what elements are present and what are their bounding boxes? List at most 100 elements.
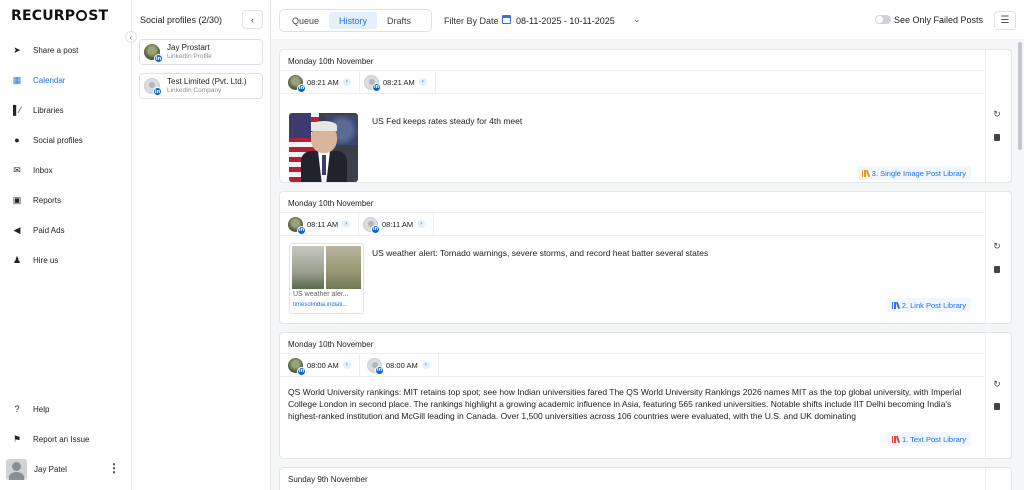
link-preview-card[interactable]: US weather aler... timesofindia.indiati.… [289, 243, 364, 314]
post-card: Monday 10th November in 08:00 AM › in 08… [279, 332, 1012, 459]
tab-queue[interactable]: Queue [282, 12, 329, 29]
tab-history[interactable]: History [329, 12, 378, 29]
social-profiles-panel: Social profiles (2/30) ‹ in Jay Prostart… [132, 0, 271, 490]
post-date: Monday 10th November [288, 199, 374, 208]
linkedin-icon: in [297, 366, 306, 376]
nav-label: Reports [33, 195, 62, 205]
nav-inbox[interactable]: ✉ Inbox [6, 160, 126, 180]
copy-icon[interactable] [992, 401, 1000, 410]
nav-label: Report an Issue [33, 434, 90, 444]
post-profile-chip[interactable]: in 08:11 AM › [280, 213, 360, 235]
inbox-icon: ✉ [13, 164, 21, 175]
copy-icon[interactable] [992, 264, 1000, 273]
recurpost-logo[interactable]: RECURP ST [11, 8, 108, 24]
nav-reports[interactable]: ▣ Reports [6, 190, 126, 210]
user-avatar [6, 458, 27, 480]
chevron-right-icon[interactable]: › [417, 220, 426, 228]
post-history-feed[interactable]: Monday 10th November in 08:21 AM › in 08… [271, 40, 1024, 490]
collapse-profiles-button[interactable]: ‹ [242, 10, 263, 29]
nav-label: Inbox [33, 165, 53, 175]
post-date: Sunday 9th November [288, 475, 368, 484]
profile-name: Test Limited (Pvt. Ltd.) [167, 77, 247, 86]
profile-type: LinkedIn Profile [167, 53, 212, 60]
repost-icon[interactable]: ↻ [991, 240, 1003, 252]
library-tag[interactable]: 3. Single Image Post Library [856, 166, 971, 180]
post-time: 08:21 AM [383, 77, 415, 87]
nav-label: Share a post [33, 45, 79, 55]
chevron-right-icon[interactable]: › [421, 361, 430, 369]
megaphone-icon: ◀ [13, 224, 21, 235]
post-profile-chip[interactable]: in 08:00 AM › [280, 354, 360, 376]
nav-label: Help [33, 404, 50, 414]
user-name: Jay Patel [34, 464, 67, 474]
tab-drafts[interactable]: Drafts [377, 12, 421, 29]
chevron-right-icon[interactable]: › [418, 78, 427, 86]
nav-label: Libraries [33, 105, 64, 115]
profile-name: Jay Prostart [167, 43, 210, 52]
post-card: Sunday 9th November [279, 467, 1012, 490]
nav-help[interactable]: ? Help [6, 399, 126, 419]
top-toolbar: Queue History Drafts Filter By Date 08-1… [271, 0, 1024, 40]
nav-social-profiles[interactable]: ● Social profiles [6, 130, 126, 150]
library-icon [861, 169, 870, 177]
date-range-picker[interactable]: 08-11-2025 - 10-11-2025 [516, 16, 615, 26]
nav-report-an-issue[interactable]: ⚑ Report an Issue [6, 429, 126, 449]
post-time: 08:00 AM [386, 360, 418, 370]
profile-avatar: in [288, 74, 306, 93]
library-name: 3. Single Image Post Library [871, 168, 966, 178]
copy-icon[interactable] [992, 132, 1000, 141]
nav-libraries[interactable]: ▌⁄ Libraries [6, 100, 126, 120]
filter-settings-button[interactable]: ☰ [994, 11, 1016, 30]
library-name: 1. Text Post Library [901, 434, 966, 444]
nav-label: Paid Ads [33, 225, 65, 235]
nav-hire-us[interactable]: ♟ Hire us [6, 250, 126, 270]
failed-posts-toggle[interactable] [875, 15, 891, 24]
chevron-right-icon[interactable]: › [342, 78, 351, 86]
linkedin-icon: in [371, 224, 380, 234]
profile-avatar: in [367, 357, 384, 375]
profile-card-test-limited[interactable]: in Test Limited (Pvt. Ltd.) LinkedIn Com… [139, 73, 263, 99]
more-vertical-icon[interactable]: ⋮ [108, 461, 120, 475]
chevron-right-icon[interactable]: › [342, 220, 351, 228]
linkedin-icon: in [153, 87, 162, 96]
post-profile-chip[interactable]: in 08:11 AM › [355, 213, 435, 235]
linkedin-icon: in [375, 365, 384, 375]
post-date: Monday 10th November [288, 340, 374, 349]
calendar-icon [502, 15, 511, 24]
failed-posts-label: See Only Failed Posts [894, 15, 984, 25]
library-icon [891, 435, 900, 443]
filter-by-date-label: Filter By Date [444, 16, 499, 26]
post-profile-chip[interactable]: in 08:21 AM › [356, 71, 436, 93]
collapse-sidebar-button[interactable]: ‹ [125, 31, 137, 43]
send-icon: ➤ [13, 44, 21, 55]
profile-avatar: in [364, 74, 381, 92]
repost-icon[interactable]: ↻ [991, 378, 1003, 390]
post-time: 08:00 AM [307, 360, 339, 370]
nav-calendar[interactable]: ▦ Calendar [6, 70, 126, 90]
profiles-title: Social profiles (2/30) [140, 15, 223, 25]
linkedin-icon: in [154, 54, 163, 63]
link-preview-url: timesofindia.indiati... [293, 302, 348, 308]
nav-paid-ads[interactable]: ◀ Paid Ads [6, 220, 126, 240]
library-tag[interactable]: 2. Link Post Library [886, 298, 971, 312]
user-menu[interactable]: Jay Patel ⋮ [6, 458, 126, 480]
post-time: 08:21 AM [307, 77, 339, 87]
nav-share-a-post[interactable]: ➤ Share a post [6, 40, 126, 60]
user-circle-icon: ● [14, 135, 20, 145]
chevron-down-icon[interactable]: ⌄ [633, 14, 641, 25]
link-preview-title: US weather aler... [293, 291, 349, 298]
chevron-right-icon[interactable]: › [342, 361, 351, 369]
profile-card-jay-prostart[interactable]: in Jay Prostart LinkedIn Profile [139, 39, 263, 65]
post-profile-chip[interactable]: in 08:21 AM › [280, 71, 360, 93]
library-icon [891, 301, 900, 309]
library-tag[interactable]: 1. Text Post Library [886, 432, 971, 446]
left-sidebar: RECURP ST ➤ Share a post ▦ Calendar ▌⁄ Li… [0, 0, 132, 490]
post-image[interactable] [289, 113, 358, 182]
post-profile-chip[interactable]: in 08:00 AM › [359, 354, 439, 376]
linkedin-icon: in [297, 225, 306, 235]
post-text: US weather alert: Tornado warnings, seve… [372, 248, 709, 258]
feed-scrollbar[interactable] [1018, 42, 1022, 150]
profile-avatar: in [363, 216, 380, 234]
view-tabs: Queue History Drafts [279, 9, 432, 32]
repost-icon[interactable]: ↻ [991, 108, 1003, 120]
